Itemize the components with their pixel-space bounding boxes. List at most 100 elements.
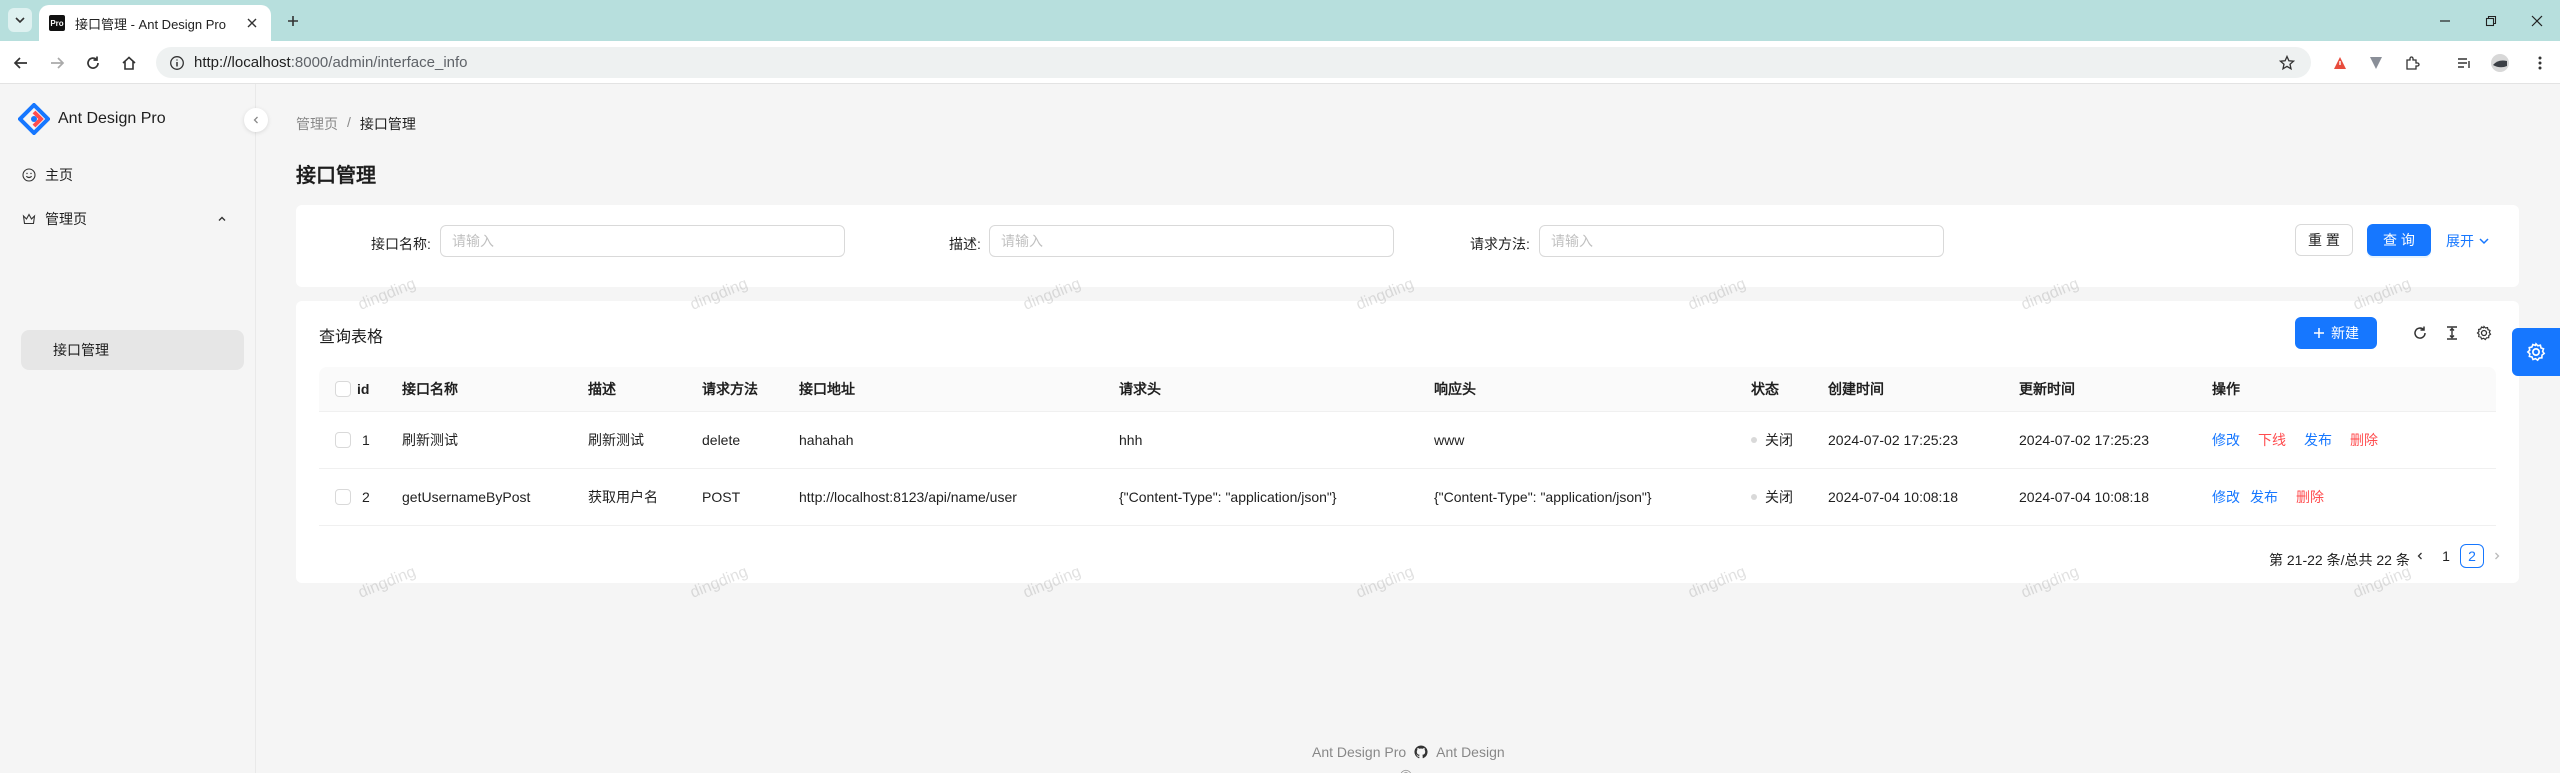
table-header-row: id 接口名称 描述 请求方法 接口地址 请求头 响应头 状态 创建时间 更新时… [319,367,2496,412]
reload-button[interactable] [81,51,105,75]
cell-status: 关闭 [1751,469,1793,525]
edit-link[interactable]: 修改 [2212,430,2240,450]
sidebar-item-interface[interactable]: 接口管理 [21,330,244,370]
page-2-button[interactable]: 2 [2460,544,2484,568]
status-text: 关闭 [1765,489,1793,505]
address-bar[interactable]: http://localhost:8000/admin/interface_in… [156,47,2311,78]
close-window-button[interactable] [2526,10,2548,32]
new-button[interactable]: 新建 [2295,317,2377,349]
column-header-name[interactable]: 接口名称 [402,367,458,411]
app-logo[interactable]: Ant Design Pro [18,103,166,135]
forward-button[interactable] [45,51,69,75]
cell-name: 刷新测试 [402,432,458,448]
chevron-up-icon [218,216,226,221]
extension-red-icon[interactable] [2328,51,2352,75]
desc-input[interactable] [989,225,1394,257]
chevron-right-icon [2495,552,2500,560]
settings-drawer-button[interactable] [2512,328,2560,376]
table-row: 1 刷新测试 刷新测试 delete hahahah hhh www 关闭 20… [319,412,2496,469]
cell-ops: 修改 发布 删除 [2212,469,2340,525]
crown-icon [21,211,37,227]
browser-tab-active[interactable]: Pro 接口管理 - Ant Design Pro [39,5,271,41]
reading-list-icon[interactable] [2452,51,2476,75]
footer-link-ant-design-pro[interactable]: Ant Design Pro [1312,744,1406,760]
back-button[interactable] [9,51,33,75]
column-header-request-headers[interactable]: 请求头 [1119,367,1161,411]
reset-button[interactable]: 重 置 [2295,224,2353,256]
cell-desc: 获取用户名 [588,489,658,505]
method-input[interactable] [1539,225,1944,257]
page-1-button[interactable]: 1 [2434,544,2458,568]
sidebar-item-admin[interactable]: 管理页 [21,199,245,239]
checkbox-box [335,381,351,397]
breadcrumb-root[interactable]: 管理页 [296,114,338,134]
setting-icon [2526,342,2546,362]
sidebar-item-label: 接口管理 [53,342,109,358]
page-title: 接口管理 [296,165,376,187]
query-button[interactable]: 查 询 [2367,224,2431,256]
delete-link[interactable]: 删除 [2296,487,2324,507]
column-header-created[interactable]: 创建时间 [1828,367,1884,411]
row-checkbox[interactable] [335,469,351,525]
offline-link[interactable]: 下线 [2258,430,2286,450]
row-checkbox[interactable] [335,412,351,468]
new-button-label: 新建 [2331,325,2359,341]
plus-icon [288,16,298,26]
sidebar-item-home[interactable]: 主页 [21,155,245,195]
browser-menu-icon[interactable] [2528,51,2552,75]
expand-label: 展开 [2446,233,2474,249]
home-icon [122,56,136,70]
cell-request-headers: hhh [1119,432,1143,448]
status-dot [1751,494,1757,500]
reload-icon[interactable] [2409,322,2431,344]
method-field-label: 请求方法: [1470,236,1530,252]
column-header-url[interactable]: 接口地址 [799,367,855,411]
arrow-left-icon [13,57,27,69]
status-text: 关闭 [1765,432,1793,448]
cell-updated: 2024-07-02 17:25:23 [2019,432,2149,448]
footer-link-ant-design[interactable]: Ant Design [1436,744,1504,760]
sidebar-item-label: 管理页 [45,211,87,227]
setting-icon[interactable] [2473,322,2495,344]
browser-tab-bar: Pro 接口管理 - Ant Design Pro [0,0,2560,41]
prev-page-button[interactable] [2408,544,2432,568]
column-height-icon[interactable] [2441,322,2463,344]
next-page-button[interactable] [2485,544,2509,568]
name-input[interactable] [440,225,845,257]
publish-link[interactable]: 发布 [2304,430,2332,450]
extensions-puzzle-icon[interactable] [2400,51,2424,75]
edit-link[interactable]: 修改 [2212,487,2240,507]
new-tab-button[interactable] [282,10,304,32]
extension-shield-icon[interactable] [2364,51,2388,75]
bookmark-star-icon[interactable] [2275,51,2299,75]
minimize-icon [2440,20,2450,22]
logo-text: Ant Design Pro [58,110,166,127]
github-icon[interactable] [1414,745,1428,759]
column-header-method[interactable]: 请求方法 [702,367,758,411]
profile-avatar-icon[interactable] [2488,51,2512,75]
site-info-icon[interactable] [162,48,192,78]
select-all-checkbox[interactable] [335,367,351,411]
restore-window-button[interactable] [2480,10,2502,32]
home-button[interactable] [117,51,141,75]
url-text: http://localhost:8000/admin/interface_in… [194,54,468,71]
tab-search-button[interactable] [8,8,32,32]
publish-link[interactable]: 发布 [2250,487,2278,507]
cell-desc: 刷新测试 [588,432,644,448]
main-content: 管理页 / 接口管理 接口管理 接口名称: 描述: 请求方法: 重 置 查 询 … [257,84,2560,773]
reload-icon [87,56,99,69]
column-header-updated[interactable]: 更新时间 [2019,367,2075,411]
copyright-text: © [1400,768,1412,773]
status-dot [1751,437,1757,443]
column-header-response-headers[interactable]: 响应头 [1434,367,1476,411]
column-header-id[interactable]: id [357,367,369,411]
cell-url: hahahah [799,432,854,448]
minimize-window-button[interactable] [2434,10,2456,32]
delete-link[interactable]: 删除 [2350,430,2378,450]
close-icon[interactable] [243,14,261,32]
expand-toggle[interactable]: 展开 [2446,231,2490,251]
column-header-status[interactable]: 状态 [1751,367,1779,411]
breadcrumb-current: 接口管理 [359,116,416,132]
column-header-desc[interactable]: 描述 [588,367,616,411]
cell-status: 关闭 [1751,412,1793,468]
